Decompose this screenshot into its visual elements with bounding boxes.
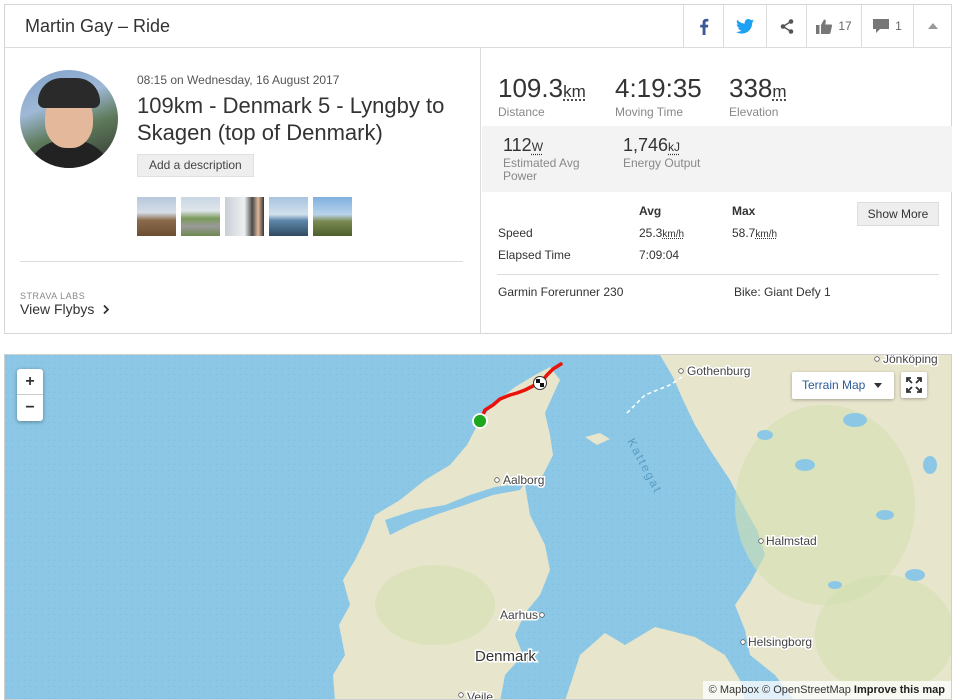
twitter-share-button[interactable] xyxy=(723,5,766,47)
activity-header: Martin Gay – Ride 17 1 xyxy=(5,5,951,48)
view-flybys-label: View Flybys xyxy=(20,301,95,317)
elevation-label: Elevation xyxy=(729,105,779,119)
elevation-unit: m xyxy=(772,82,787,101)
photo-thumbnail[interactable] xyxy=(225,197,264,236)
activity-header-title: Martin Gay – Ride xyxy=(25,16,171,36)
osm-attribution-link[interactable]: © OpenStreetMap xyxy=(762,684,851,696)
moving-time-stat: 4:19:35 Moving Time xyxy=(615,73,702,119)
energy-value: 1,746 xyxy=(623,135,669,155)
facebook-icon xyxy=(699,18,708,35)
speed-max-unit: km/h xyxy=(755,229,778,240)
divider xyxy=(497,274,939,275)
map-label-vejle: Vejle xyxy=(467,690,493,700)
comments-button[interactable]: 1 xyxy=(861,5,913,47)
map-attribution: © Mapbox © OpenStreetMap Improve this ma… xyxy=(702,681,951,699)
expand-icon xyxy=(906,377,922,393)
photo-thumbnails xyxy=(137,197,352,236)
speed-label: Speed xyxy=(498,226,533,240)
power-unit: W xyxy=(531,140,544,154)
device-name: Garmin Forerunner 230 xyxy=(498,285,624,299)
fullscreen-button[interactable] xyxy=(901,372,927,398)
energy-unit: kJ xyxy=(668,140,681,154)
zoom-controls: + − xyxy=(17,369,43,421)
power-stat: 112W Estimated Avg Power xyxy=(503,135,598,183)
facebook-share-button[interactable] xyxy=(683,5,723,47)
map-layer-label: Terrain Map xyxy=(802,378,866,392)
map-label-denmark: Denmark xyxy=(475,648,536,665)
activity-title: 109km - Denmark 5 - Lyngby to Skagen (to… xyxy=(137,93,445,145)
comment-count: 1 xyxy=(895,19,902,33)
map-label-aarhus: Aarhus xyxy=(500,608,538,622)
elevation-stat: 338m Elevation xyxy=(729,73,787,119)
speed-avg-value: 25.3 xyxy=(639,226,663,240)
elevation-value: 338 xyxy=(729,73,773,103)
mapbox-attribution-link[interactable]: © Mapbox xyxy=(709,684,759,696)
view-flybys-link[interactable]: View Flybys xyxy=(20,301,110,317)
map-layer-dropdown[interactable]: Terrain Map xyxy=(792,372,894,399)
improve-map-link[interactable]: Improve this map xyxy=(854,684,945,696)
energy-label: Energy Output xyxy=(623,156,701,170)
photo-thumbnail[interactable] xyxy=(313,197,352,236)
map-canvas[interactable]: Jönköping Gothenburg Aalborg Halmstad Aa… xyxy=(5,355,952,700)
map-label-jonkoping: Jönköping xyxy=(883,355,938,366)
max-column-header: Max xyxy=(732,204,756,218)
activity-stats: 109.3km Distance 4:19:35 Moving Time 338… xyxy=(482,48,952,334)
share-icon xyxy=(780,18,793,34)
twitter-icon xyxy=(736,18,754,34)
athlete-avatar[interactable] xyxy=(20,70,118,168)
speed-max: 58.7km/h xyxy=(732,226,777,240)
caret-up-icon xyxy=(927,23,938,29)
photo-thumbnail[interactable] xyxy=(137,197,176,236)
map-label-halmstad: Halmstad xyxy=(766,534,817,548)
elapsed-time-label: Elapsed Time xyxy=(498,248,571,262)
caret-down-icon xyxy=(874,383,882,388)
secondary-stats: 112W Estimated Avg Power 1,746kJ Energy … xyxy=(482,126,952,192)
elapsed-time-value: 7:09:04 xyxy=(639,248,680,262)
collapse-button[interactable] xyxy=(913,5,951,47)
start-marker[interactable] xyxy=(472,413,488,429)
activity-datetime: 08:15 on Wednesday, 16 August 2017 xyxy=(137,73,340,87)
moving-time-value: 4:19:35 xyxy=(615,73,702,103)
add-description-button[interactable]: Add a description xyxy=(137,154,254,177)
energy-stat: 1,746kJ Energy Output xyxy=(623,135,700,170)
avg-column-header: Avg xyxy=(639,204,662,218)
bike-name[interactable]: Bike: Giant Defy 1 xyxy=(734,285,831,299)
speed-max-value: 58.7 xyxy=(732,226,756,240)
route-map[interactable]: Jönköping Gothenburg Aalborg Halmstad Aa… xyxy=(4,354,952,700)
photo-thumbnail[interactable] xyxy=(181,197,220,236)
map-label-helsingborg: Helsingborg xyxy=(748,635,812,649)
speed-avg-unit: km/h xyxy=(662,229,685,240)
map-label-aalborg: Aalborg xyxy=(503,473,544,487)
zoom-in-button[interactable]: + xyxy=(17,369,43,395)
kudos-button[interactable]: 17 xyxy=(806,5,861,47)
map-label-gothenburg: Gothenburg xyxy=(687,364,750,378)
speed-avg: 25.3km/h xyxy=(639,226,684,240)
header-actions: 17 1 xyxy=(683,5,951,47)
thumbs-up-icon xyxy=(816,19,833,34)
distance-unit: km xyxy=(563,82,586,101)
power-value: 112 xyxy=(503,135,532,155)
zoom-out-button[interactable]: − xyxy=(17,395,43,421)
finish-marker[interactable] xyxy=(533,376,547,390)
moving-time-label: Moving Time xyxy=(615,105,684,119)
distance-stat: 109.3km Distance xyxy=(498,73,586,119)
chevron-right-icon xyxy=(103,304,110,315)
share-button[interactable] xyxy=(766,5,806,47)
activity-summary: 08:15 on Wednesday, 16 August 2017 109km… xyxy=(5,48,481,334)
strava-labs-label: STRAVA LABS xyxy=(20,291,86,301)
divider xyxy=(20,261,463,262)
distance-value: 109.3 xyxy=(498,73,564,103)
show-more-button[interactable]: Show More xyxy=(857,202,939,226)
photo-thumbnail[interactable] xyxy=(269,197,308,236)
activity-card: Martin Gay – Ride 17 1 08:15 on Wednesda… xyxy=(4,4,952,334)
kudos-count: 17 xyxy=(838,19,852,33)
distance-label: Distance xyxy=(498,105,545,119)
power-label: Estimated Avg Power xyxy=(503,156,580,183)
comment-icon xyxy=(873,19,890,33)
